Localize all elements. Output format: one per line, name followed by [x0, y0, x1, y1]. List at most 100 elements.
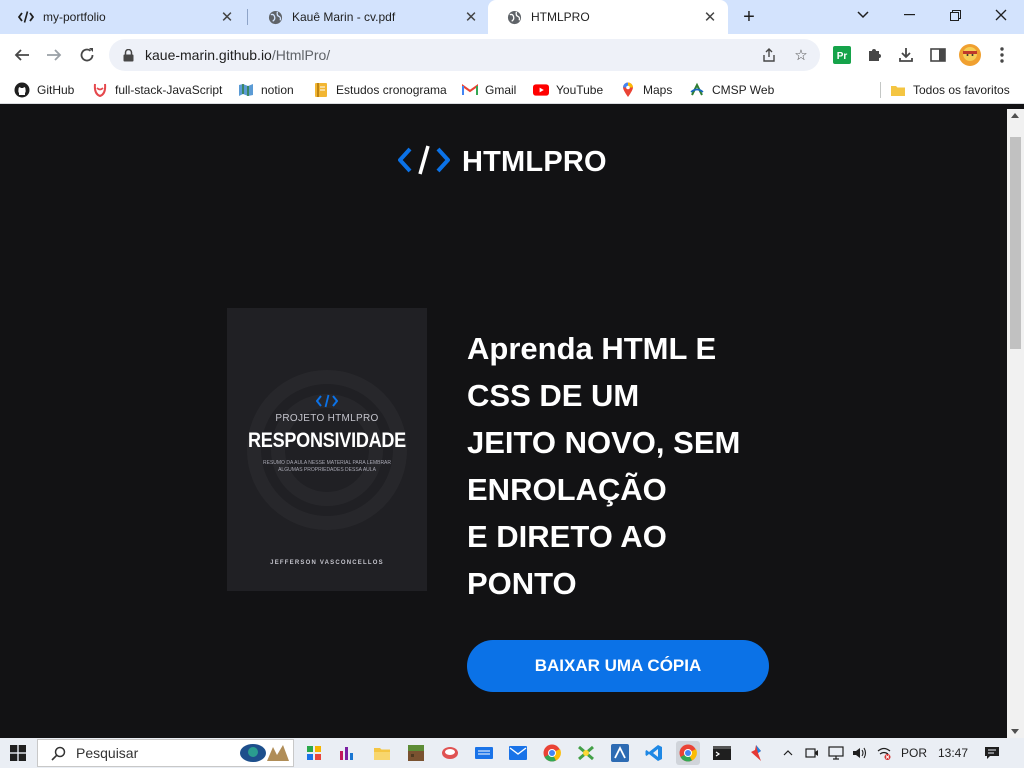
bookmark-gmail[interactable]: Gmail	[462, 80, 516, 100]
widgets-app-icon[interactable]	[302, 741, 326, 765]
bookmark-estudos-cronograma[interactable]: Estudos cronograma	[313, 80, 447, 100]
mail-app-icon[interactable]	[506, 741, 530, 765]
globe-icon	[267, 9, 283, 25]
bookmark-youtube[interactable]: YouTube	[533, 80, 603, 100]
clock[interactable]: 13:47	[934, 738, 972, 768]
bookmark-label: Gmail	[485, 83, 517, 97]
close-window-button[interactable]	[978, 0, 1024, 30]
share-icon[interactable]	[755, 41, 783, 69]
cmsp-icon	[689, 82, 705, 98]
bookmark-label: full-stack-JavaScript	[115, 83, 223, 97]
volume-icon[interactable]	[850, 738, 870, 768]
lock-icon[interactable]	[121, 48, 135, 62]
profile-avatar[interactable]	[956, 41, 984, 69]
download-icon[interactable]	[892, 41, 920, 69]
headline-line: Aprenda HTML E	[467, 331, 717, 366]
svg-text:Pr: Pr	[837, 51, 848, 62]
bookmark-github[interactable]: GitHub	[14, 80, 74, 100]
bookmark-all-favorites[interactable]: Todos os favoritos	[890, 80, 1010, 100]
youtube-icon	[533, 82, 549, 98]
forward-button[interactable]	[40, 41, 68, 69]
scroll-up-arrow-icon[interactable]	[1011, 113, 1019, 118]
site-logo[interactable]: HTMLPRO	[398, 145, 607, 180]
bookmark-maps[interactable]: Maps	[620, 80, 672, 100]
tab-cv-pdf[interactable]: Kauê Marin - cv.pdf ✕	[249, 0, 489, 34]
scroll-down-arrow-icon[interactable]	[1011, 729, 1019, 734]
code-icon	[18, 9, 34, 25]
book-description: RESUMO DA AULA NESSE MATERIAL PARA LEMBR…	[263, 460, 392, 473]
extensions-puzzle-icon[interactable]	[860, 41, 888, 69]
new-tab-button[interactable]: +	[737, 5, 761, 29]
tab-htmlpro[interactable]: HTMLPRO ✕	[488, 0, 728, 34]
headline-line: E DIRETO AO	[467, 519, 667, 554]
headline-line: PONTO	[467, 566, 577, 601]
star-icon[interactable]: ☆	[787, 41, 815, 69]
terminal-icon[interactable]	[710, 741, 734, 765]
browser-toolbar: kaue-marin.github.io/HtmlPro/ ☆ Pr	[0, 34, 1024, 76]
app-icon[interactable]	[438, 741, 462, 765]
app-icon[interactable]	[744, 741, 768, 765]
scrollbar-thumb[interactable]	[1010, 137, 1021, 349]
url-host: kaue-marin.github.io	[145, 47, 272, 63]
minimize-button[interactable]	[886, 0, 932, 30]
url-path: /HtmlPro/	[271, 47, 331, 63]
address-bar[interactable]: kaue-marin.github.io/HtmlPro/ ☆	[109, 39, 820, 71]
logo-text: HTMLPRO	[462, 146, 607, 178]
tab-title: Kauê Marin - cv.pdf	[292, 10, 396, 24]
start-button[interactable]	[0, 738, 36, 768]
github-icon	[14, 82, 30, 98]
bookmark-notion[interactable]: notion	[238, 80, 294, 100]
close-icon[interactable]: ✕	[219, 9, 235, 26]
chart-app-icon[interactable]	[336, 741, 360, 765]
app-icon[interactable]	[608, 741, 632, 765]
tab-strip: my-portfolio ✕ Kauê Marin - cv.pdf ✕ HTM…	[0, 0, 1024, 34]
book-author: JEFFERSON VASCONCELLOS	[270, 560, 384, 566]
url-text[interactable]: kaue-marin.github.io/HtmlPro/	[145, 47, 330, 63]
hero-headline: Aprenda HTML E CSS DE UM JEITO NOVO, SEM…	[467, 325, 767, 607]
bookmark-full-stack-javascript[interactable]: full-stack-JavaScript	[92, 80, 222, 100]
bookmark-label: Todos os favoritos	[913, 83, 1010, 97]
tab-title: my-portfolio	[43, 10, 106, 24]
headline-line: CSS DE UM	[467, 378, 640, 413]
bookmark-label: CMSP Web	[712, 83, 775, 97]
bookmark-label: GitHub	[37, 83, 75, 97]
globe-icon	[506, 9, 522, 25]
chrome-active-icon[interactable]	[676, 741, 700, 765]
network-icon[interactable]	[826, 738, 846, 768]
book-cover: PROJETO HTMLPRO RESPONSIVIDADE RESUMO DA…	[227, 308, 427, 591]
menu-icon[interactable]	[988, 41, 1016, 69]
notebook-icon	[313, 82, 329, 98]
language-indicator[interactable]: POR	[898, 738, 930, 768]
headline-line: ENROLAÇÃO	[467, 472, 667, 507]
reload-button[interactable]	[73, 41, 101, 69]
extension-pr-icon[interactable]: Pr	[828, 41, 856, 69]
taskbar-search[interactable]: Pesquisar	[37, 739, 294, 767]
back-button[interactable]	[8, 41, 36, 69]
book-title: RESPONSIVIDADE	[248, 429, 406, 452]
close-icon[interactable]: ✕	[463, 9, 479, 26]
wifi-off-icon[interactable]	[874, 738, 894, 768]
notifications-icon[interactable]	[978, 738, 1006, 768]
minecraft-icon[interactable]	[404, 741, 428, 765]
tab-search-icon[interactable]	[840, 0, 886, 30]
app-icon[interactable]	[574, 741, 598, 765]
search-icon	[50, 745, 66, 761]
tab-my-portfolio[interactable]: my-portfolio ✕	[0, 0, 245, 34]
bookmarks-divider	[880, 82, 881, 98]
chevron-up-icon[interactable]	[778, 738, 798, 768]
meet-icon[interactable]	[802, 738, 822, 768]
download-copy-button[interactable]: BAIXAR UMA CÓPIA	[467, 640, 769, 692]
close-icon[interactable]: ✕	[702, 9, 718, 26]
bookmark-label: YouTube	[556, 83, 604, 97]
restore-button[interactable]	[932, 0, 978, 30]
page-scrollbar[interactable]	[1007, 109, 1024, 738]
side-panel-icon[interactable]	[924, 41, 952, 69]
file-explorer-icon[interactable]	[370, 741, 394, 765]
code-brackets-icon	[398, 145, 450, 180]
search-highlight-icon	[240, 744, 289, 762]
keyboard-app-icon[interactable]	[472, 741, 496, 765]
chrome-icon[interactable]	[540, 741, 564, 765]
vscode-icon[interactable]	[642, 741, 666, 765]
bookmark-cmsp-web[interactable]: CMSP Web	[689, 80, 774, 100]
gmail-icon	[462, 82, 478, 98]
